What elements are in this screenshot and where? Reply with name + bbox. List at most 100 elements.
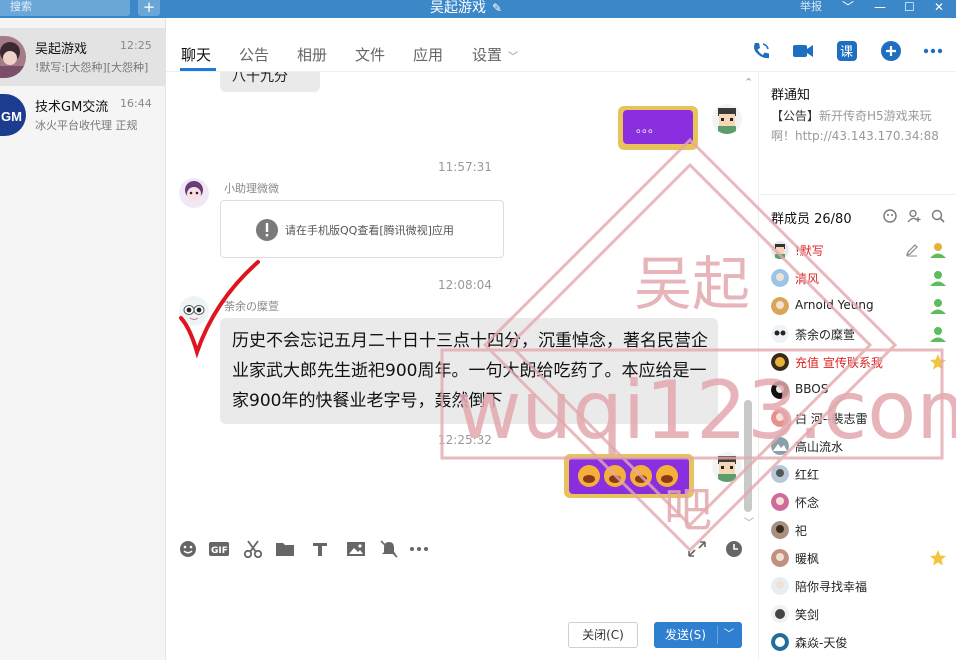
avatar bbox=[771, 633, 789, 651]
message-input[interactable] bbox=[180, 570, 740, 614]
class-icon[interactable]: 课 bbox=[836, 40, 858, 62]
avatar bbox=[771, 409, 789, 427]
report-link[interactable]: 举报 bbox=[800, 0, 822, 14]
mute-bell-icon[interactable] bbox=[379, 540, 399, 558]
chat-scrollbar[interactable] bbox=[744, 400, 752, 512]
folder-icon[interactable] bbox=[275, 540, 295, 558]
send-button[interactable]: 发送(S) ﹀ bbox=[654, 622, 742, 648]
emoji-icon[interactable] bbox=[178, 540, 198, 558]
video-call-icon[interactable] bbox=[792, 40, 814, 62]
member-item[interactable]: 高山流水 bbox=[771, 432, 951, 460]
collapse-icon[interactable]: ⌃ bbox=[744, 76, 753, 89]
member-search-icon[interactable] bbox=[883, 209, 897, 223]
window-title-text: 吴起游戏 bbox=[430, 0, 486, 16]
avatar bbox=[771, 465, 789, 483]
active-tab-indicator bbox=[180, 68, 216, 71]
member-item[interactable]: BBOS bbox=[771, 376, 951, 404]
member-name: 高山流水 bbox=[795, 440, 844, 454]
input-toolbar: GIF bbox=[166, 528, 758, 568]
scroll-down-icon[interactable]: ﹀ bbox=[744, 514, 754, 529]
member-item[interactable]: 红红 bbox=[771, 460, 951, 488]
member-name: 祀 bbox=[795, 524, 808, 538]
maximize-icon[interactable]: ☐ bbox=[904, 0, 915, 14]
avatar bbox=[771, 493, 789, 511]
divider bbox=[759, 194, 956, 195]
avatar[interactable] bbox=[179, 178, 209, 208]
close-icon[interactable]: ✕ bbox=[934, 0, 944, 14]
avatar bbox=[771, 437, 789, 455]
send-button-divider bbox=[717, 626, 718, 644]
avatar[interactable] bbox=[179, 296, 209, 326]
edit-pen-icon[interactable]: ✎ bbox=[492, 1, 502, 15]
chevron-down-icon[interactable]: ﹀ bbox=[724, 622, 734, 648]
chat-message-area[interactable]: 八十九分 ⌃ 。。。 11:57:31 小助理微微 请在手机版QQ查看[腾讯微视… bbox=[166, 72, 758, 528]
sticker-dots: 。。。 bbox=[636, 121, 660, 135]
member-item[interactable]: 充值 宣传联系我 bbox=[771, 348, 951, 376]
minimize-icon[interactable]: — bbox=[874, 0, 886, 14]
more-icon[interactable] bbox=[922, 40, 944, 62]
search-icon[interactable] bbox=[931, 209, 945, 223]
sticker-image[interactable] bbox=[564, 452, 694, 500]
gif-icon[interactable]: GIF bbox=[209, 540, 229, 558]
member-item[interactable]: !默写 bbox=[771, 236, 951, 264]
image-icon[interactable] bbox=[346, 540, 366, 558]
member-item[interactable]: 荼余の糜萱 bbox=[771, 320, 951, 348]
admin-badge-icon bbox=[930, 327, 946, 342]
voice-call-icon[interactable] bbox=[750, 40, 772, 62]
member-name: 暖枫 bbox=[795, 552, 820, 566]
group-notice-body[interactable]: 【公告】新开传奇H5游戏来玩啊！http://43.143.170.34:88 bbox=[771, 106, 951, 146]
group-notice-title: 群通知 bbox=[771, 88, 811, 103]
tab-album[interactable]: 相册 bbox=[297, 44, 327, 65]
member-item[interactable]: 白 河--裴志雷 bbox=[771, 404, 951, 432]
close-button[interactable]: 关闭(C) bbox=[568, 622, 638, 648]
more-tools-icon[interactable] bbox=[409, 540, 429, 558]
app-card[interactable]: 请在手机版QQ查看[腾讯微视]应用 bbox=[220, 200, 504, 258]
conversation-item[interactable]: 吴起游戏 12:25 !默写:[大怨种][大怨种] bbox=[0, 28, 166, 86]
tab-settings[interactable]: 设置 ﹀ bbox=[472, 44, 518, 65]
member-name: 白 河--裴志雷 bbox=[795, 412, 868, 426]
conversation-name: 吴起游戏 bbox=[35, 42, 88, 57]
search-input[interactable]: 搜索 bbox=[0, 0, 130, 16]
member-item[interactable]: 清风 bbox=[771, 264, 951, 292]
avatar[interactable] bbox=[712, 452, 742, 482]
scissors-icon[interactable] bbox=[243, 540, 263, 558]
conversation-preview: 冰火平台收代理 正规 bbox=[35, 119, 138, 132]
avatar bbox=[771, 605, 789, 623]
tab-chat[interactable]: 聊天 bbox=[181, 44, 211, 65]
sticker-image[interactable]: 。。。 bbox=[618, 102, 698, 152]
conversation-preview: !默写:[大怨种][大怨种] bbox=[35, 61, 149, 74]
avatar[interactable] bbox=[712, 104, 742, 134]
avatar bbox=[771, 381, 789, 399]
conversation-time: 16:44 bbox=[120, 97, 152, 110]
gm-logo-avatar: GM bbox=[0, 94, 26, 136]
tab-announcement[interactable]: 公告 bbox=[239, 44, 269, 65]
message-bubble[interactable]: 八十九分 bbox=[220, 72, 320, 92]
member-item[interactable]: 暖枫 bbox=[771, 544, 951, 572]
edit-pen-icon[interactable] bbox=[905, 243, 919, 257]
sender-name: 荼余の糜萱 bbox=[224, 300, 279, 313]
message-timestamp: 11:57:31 bbox=[438, 160, 492, 174]
member-item[interactable]: 笑剑 bbox=[771, 600, 951, 628]
add-member-icon[interactable] bbox=[907, 209, 921, 223]
conversation-list: 吴起游戏 12:25 !默写:[大怨种][大怨种] GM 技术GM交流 16:4… bbox=[0, 18, 166, 660]
member-item[interactable]: 森焱-天俊 bbox=[771, 628, 951, 656]
expand-icon[interactable] bbox=[687, 540, 707, 558]
member-item[interactable]: Arnold Yeung bbox=[771, 292, 951, 320]
conversation-item[interactable]: GM 技术GM交流 16:44 冰火平台收代理 正规 bbox=[0, 86, 166, 144]
avatar bbox=[771, 297, 789, 315]
sender-name: 小助理微微 bbox=[224, 182, 279, 195]
music-icon[interactable] bbox=[310, 540, 330, 558]
member-item[interactable]: 祀 bbox=[771, 516, 951, 544]
admin-badge-icon bbox=[930, 271, 946, 286]
member-item[interactable]: 陪你寻找幸福 bbox=[771, 572, 951, 600]
tab-files[interactable]: 文件 bbox=[355, 44, 385, 65]
message-bubble[interactable]: 历史不会忘记五月二十日十三点十四分，沉重悼念，著名民营企业家武大郎先生逝祀900… bbox=[220, 318, 718, 424]
add-button[interactable]: + bbox=[138, 0, 160, 16]
member-name: 荼余の糜萱 bbox=[795, 328, 856, 342]
member-item[interactable]: 怀念 bbox=[771, 488, 951, 516]
add-circle-icon[interactable] bbox=[880, 40, 902, 62]
tab-apps[interactable]: 应用 bbox=[413, 44, 443, 65]
chevron-down-icon[interactable]: ﹀ bbox=[842, 0, 854, 14]
member-name: 充值 宣传联系我 bbox=[795, 356, 883, 370]
history-clock-icon[interactable] bbox=[724, 540, 744, 558]
